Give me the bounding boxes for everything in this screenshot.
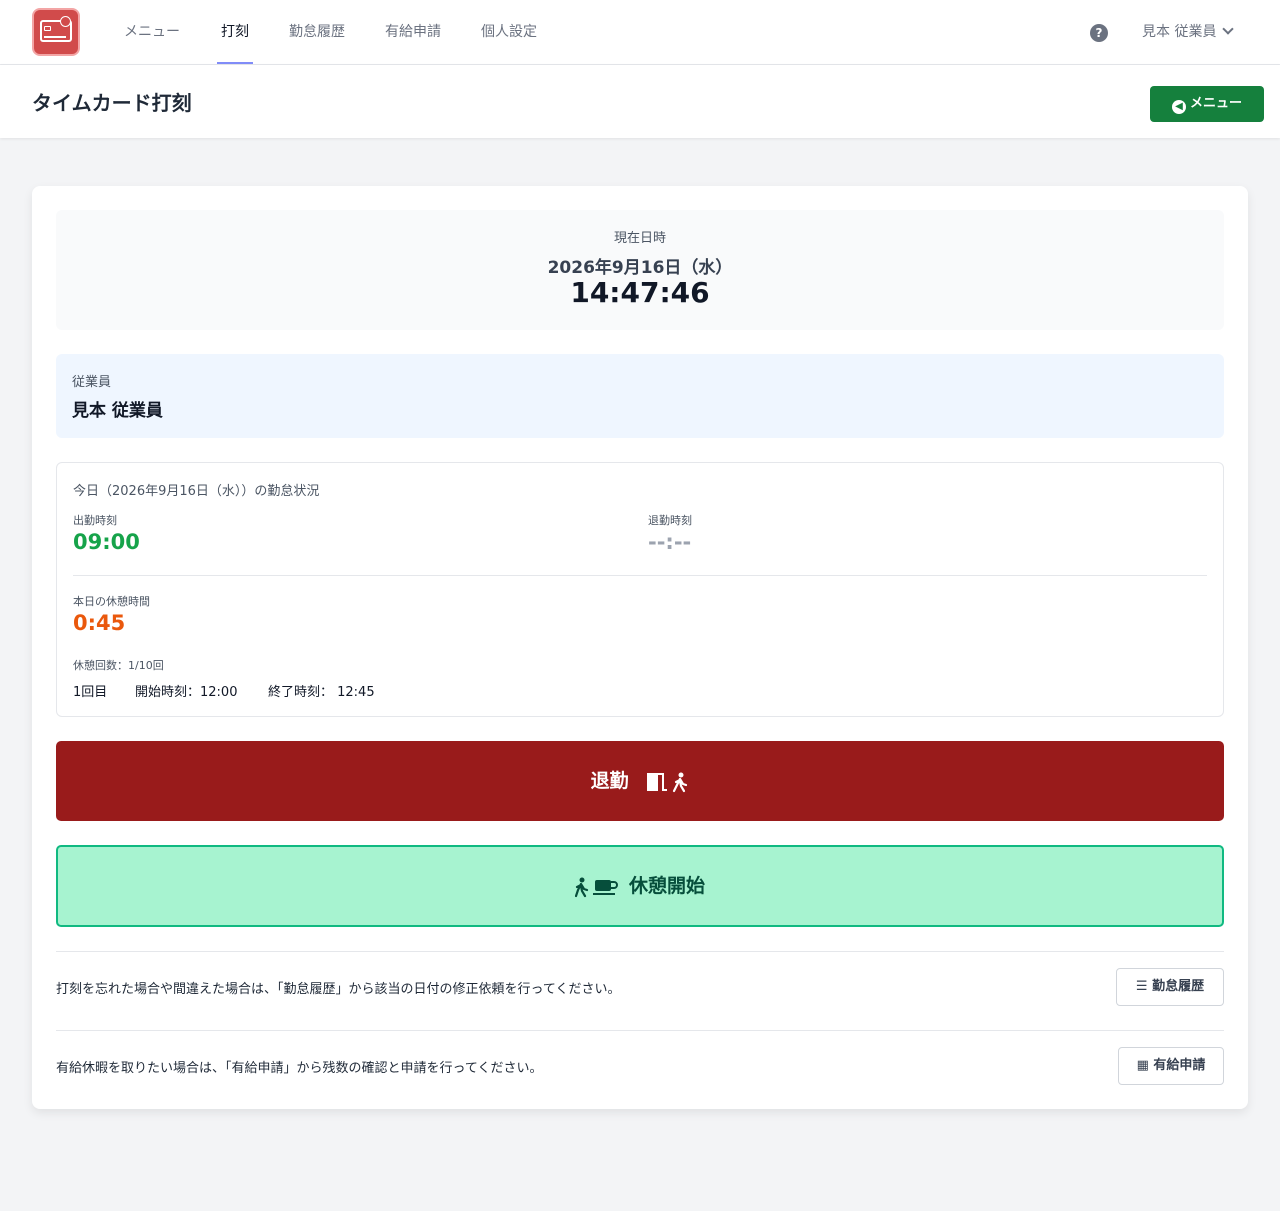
break-start: 開始時刻：12:00 [135,685,238,700]
break-count: 休憩回数：1/10回 [73,659,164,672]
divider [56,1030,1224,1031]
top-nav: メニュー 打刻 勤怠履歴 有給申請 個人設定 ? 見本 従業員 [0,0,1280,65]
employee-name: 見本 従業員 [72,401,163,421]
current-time: 14:47:46 [570,276,710,309]
history-button[interactable]: ☰ 勤怠履歴 [1116,968,1224,1006]
current-datetime: 現在日時 2026年9月16日（水） 14:47:46 [56,210,1224,330]
history-button-label: 勤怠履歴 [1152,979,1205,994]
menu-button-label: メニュー [1189,96,1242,111]
clock-in-value: 09:00 [73,530,140,554]
leave-button-label: 有給申請 [1153,1058,1206,1073]
menu-button[interactable]: ◀ メニュー [1150,86,1264,122]
calendar-icon: ▦ [1136,1058,1149,1073]
chevron-down-icon [1222,23,1235,35]
break-total-value: 0:45 [73,611,126,635]
page-header: タイムカード打刻 ◀ メニュー [0,65,1280,138]
history-note: 打刻を忘れた場合や間違えた場合は、「勤怠履歴」から該当の日付の修正依頼を行ってく… [56,982,621,997]
timecard-panel: 現在日時 2026年9月16日（水） 14:47:46 従業員 見本 従業員 今… [32,186,1248,1109]
employee-label: 従業員 [72,375,112,390]
nav-item-leave[interactable]: 有給申請 [385,0,441,64]
lock-icon [60,16,71,27]
user-menu[interactable]: 見本 従業員 [1142,0,1235,64]
employee-box: 従業員 見本 従業員 [56,354,1224,438]
divider [73,575,1207,576]
walking-coffee-icon [574,877,618,897]
attendance-status: 今日（2026年9月16日（水））の勤怠状況 出勤時刻 09:00 退勤時刻 -… [56,462,1224,717]
card-stripe [44,36,66,38]
nav-item-history[interactable]: 勤怠履歴 [289,0,345,64]
status-title: 今日（2026年9月16日（水））の勤怠状況 [73,484,320,499]
checkout-button[interactable]: 退勤 [56,741,1224,821]
clock-out-value: --:-- [648,530,692,554]
app-logo[interactable] [32,8,80,56]
checkout-label: 退勤 [590,770,629,792]
leave-button[interactable]: ▦ 有給申請 [1118,1047,1224,1085]
question-circle-icon[interactable]: ? [1090,24,1108,42]
arrow-left-circle-icon: ◀ [1171,100,1186,114]
leave-note: 有給休暇を取りたい場合は、「有給申請」から残数の確認と申請を行ってください。 [56,1061,543,1076]
datetime-label: 現在日時 [613,231,666,246]
card-chip [44,26,51,31]
break-end: 終了時刻： 12:45 [268,685,375,700]
clock-out-label: 退勤時刻 [648,514,692,527]
break-total-label: 本日の休憩時間 [73,595,150,608]
clock-in-label: 出勤時刻 [73,514,117,527]
nav-item-punch[interactable]: 打刻 [217,0,253,64]
list-icon: ☰ [1135,979,1148,994]
door-exit-icon [647,772,688,792]
break-start-label: 休憩開始 [628,875,705,897]
nav-item-menu[interactable]: メニュー [124,0,180,64]
break-start-button[interactable]: 休憩開始 [56,845,1224,927]
current-date: 2026年9月16日（水） [547,258,733,278]
divider [56,951,1224,952]
user-name: 見本 従業員 [1142,24,1217,40]
nav-item-settings[interactable]: 個人設定 [481,0,537,64]
page-title: タイムカード打刻 [32,91,192,115]
break-nth: 1回目 [73,685,108,700]
